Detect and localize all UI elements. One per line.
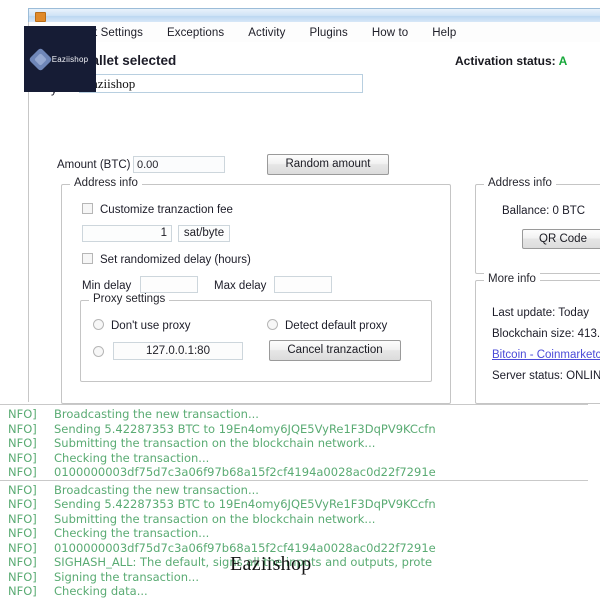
- menu-item-activity[interactable]: Activity: [245, 26, 288, 40]
- randomized-delay-checkbox[interactable]: [82, 253, 93, 264]
- last-update-text: Last update: Today: [492, 307, 589, 319]
- menu-item-help[interactable]: Help: [429, 26, 459, 40]
- menu-item-exceptions[interactable]: Exceptions: [164, 26, 227, 40]
- brand-logo-overlay: Eaziishop: [24, 26, 96, 92]
- customize-fee-checkbox[interactable]: [82, 203, 93, 214]
- log-line-message: Broadcasting the new transaction...: [54, 482, 259, 497]
- log-line-prefix: NFO]: [8, 526, 37, 540]
- log-line-message: Broadcasting the new transaction...: [54, 407, 259, 421]
- log-line: NFO] Broadcasting the new transaction...: [0, 407, 600, 422]
- log-line-message: 0100000003df75d7c3a06f97b68a15f2cf4194a0…: [54, 465, 436, 479]
- log-line: NFO] Sending 5.42287353 BTC to 19En4omy6J…: [0, 422, 600, 437]
- detect-default-proxy-label: Detect default proxy: [285, 320, 388, 332]
- log-line-message: Submitting the transaction on the blockc…: [54, 436, 376, 450]
- dont-use-proxy-label: Don't use proxy: [111, 320, 191, 332]
- activation-status-label: Activation status:: [455, 54, 559, 68]
- brand-logo-label: Eaziishop: [51, 54, 89, 64]
- cancel-tranzaction-button[interactable]: Cancel tranzaction: [269, 340, 401, 361]
- app-icon: [35, 12, 46, 22]
- log-line: NFO] Submitting the transaction on the bl…: [0, 512, 600, 527]
- log-line: NFO] Sending 5.42287353 BTC to 19En4omy6J…: [0, 497, 600, 512]
- menu-item-plugins[interactable]: Plugins: [306, 26, 350, 40]
- log-line-message: 0100000003df75d7c3a06f97b68a15f2cf4194a0…: [54, 540, 436, 555]
- client-area: o wallet selected Activation status: A y…: [28, 42, 600, 444]
- log-line-prefix: NFO]: [8, 482, 37, 497]
- log-line-message: Checking data...: [54, 584, 148, 598]
- log-line-message: Checking the transaction...: [54, 450, 210, 465]
- menu-items: t Settings Exceptions Activity Plugins H…: [91, 24, 459, 41]
- log-line-message: Sending 5.42287353 BTC to 19En4omy6JQE5V…: [54, 497, 436, 511]
- min-delay-input[interactable]: [140, 276, 198, 293]
- log-line-message: SIGHASH_ALL: The default, signs all the …: [54, 555, 433, 569]
- activation-status: Activation status: A: [455, 54, 567, 68]
- log-line-prefix: NFO]: [8, 497, 37, 511]
- log-line-prefix: NFO]: [8, 511, 37, 526]
- proxy-settings-group: Proxy settings Don't use proxy Detect de…: [80, 293, 432, 382]
- log-line-prefix: NFO]: [8, 540, 37, 555]
- fee-unit-field: sat/byte: [178, 225, 230, 242]
- randomized-delay-label: Set randomized delay (hours): [100, 254, 251, 266]
- more-info-group: More info Last update: Today Blockchain …: [475, 273, 600, 404]
- address-info-right-group: Address info Ballance: 0 BTC QR Code: [475, 177, 600, 274]
- watermark-text: Eaziishop: [230, 553, 312, 575]
- log-line-message: Signing the transaction...: [54, 569, 199, 584]
- max-delay-label: Max delay: [214, 280, 267, 292]
- activation-status-value: A: [558, 54, 568, 68]
- min-delay-label: Min delay: [82, 280, 132, 292]
- custom-proxy-row[interactable]: [93, 346, 104, 359]
- menu-item-how-to[interactable]: How to: [369, 26, 411, 40]
- proxy-settings-title: Proxy settings: [89, 293, 170, 305]
- max-delay-input[interactable]: [274, 276, 332, 293]
- log-line-prefix: NFO]: [8, 450, 37, 465]
- amount-label: Amount (BTC) :: [57, 159, 137, 171]
- log-line-prefix: NFO]: [8, 555, 37, 569]
- log-block-divider: [0, 404, 588, 405]
- menu-item-settings[interactable]: t Settings: [91, 26, 146, 40]
- amount-input[interactable]: 0.00: [133, 156, 225, 173]
- log-line-prefix: NFO]: [8, 569, 37, 584]
- log-line-prefix: NFO]: [8, 407, 37, 421]
- detect-default-proxy-row[interactable]: Detect default proxy: [267, 319, 387, 332]
- coinmarketcap-link[interactable]: Bitcoin - Coinmarketc: [492, 349, 600, 361]
- fee-value-input[interactable]: 1: [82, 225, 172, 242]
- log-line-prefix: NFO]: [8, 584, 37, 598]
- address-info-left-group: Address info Customize tranzaction fee 1…: [61, 177, 451, 404]
- customize-fee-label: Customize tranzaction fee: [100, 204, 233, 216]
- custom-proxy-input[interactable]: 127.0.0.1:80: [113, 342, 243, 360]
- randomized-delay-row[interactable]: Set randomized delay (hours): [82, 253, 251, 266]
- log-line-message: Checking the transaction...: [54, 526, 210, 540]
- balance-value: Ballance: 0 BTC: [502, 205, 586, 217]
- random-amount-button[interactable]: Random amount: [267, 154, 389, 175]
- log-line-prefix: NFO]: [8, 465, 37, 479]
- address-info-right-title: Address info: [484, 177, 556, 189]
- log-line-prefix: NFO]: [8, 421, 37, 436]
- qr-code-button[interactable]: QR Code: [522, 229, 600, 249]
- detect-default-proxy-radio[interactable]: [267, 319, 278, 330]
- window-titlebar: [28, 8, 600, 23]
- log-block: NFO] Broadcasting the new transaction... N…: [0, 404, 600, 480]
- address-input[interactable]: Eaziishop: [79, 74, 363, 93]
- log-line: NFO] Broadcasting the new transaction...: [0, 483, 600, 498]
- log-line-message: Sending 5.42287353 BTC to 19En4omy6JQE5V…: [54, 421, 436, 436]
- log-line: NFO] Checking the transaction...: [0, 526, 600, 541]
- menu-bar: t Settings Exceptions Activity Plugins H…: [28, 22, 600, 43]
- diamond-logo-icon: [28, 46, 53, 72]
- log-line: NFO] Checking the transaction...: [0, 451, 600, 466]
- log-line-prefix: NFO]: [8, 436, 37, 450]
- log-block-divider: [0, 479, 588, 481]
- dont-use-proxy-radio[interactable]: [93, 319, 104, 330]
- blockchain-size-text: Blockchain size: 413.: [492, 328, 600, 340]
- log-line-message: Submitting the transaction on the blockc…: [54, 511, 376, 526]
- address-info-left-title: Address info: [70, 177, 142, 189]
- customize-fee-row[interactable]: Customize tranzaction fee: [82, 203, 233, 216]
- log-line: NFO] 0100000003df75d7c3a06f97b68a15f2cf41…: [0, 465, 600, 480]
- log-line: NFO] Submitting the transaction on the bl…: [0, 436, 600, 451]
- log-block: NFO] Broadcasting the new transaction... N…: [0, 479, 600, 599]
- more-info-title: More info: [484, 273, 540, 285]
- log-line: NFO] Checking data...: [0, 584, 600, 599]
- dont-use-proxy-row[interactable]: Don't use proxy: [93, 319, 191, 332]
- server-status-text: Server status: ONLIN: [492, 370, 600, 382]
- custom-proxy-radio[interactable]: [93, 346, 104, 357]
- app-window: t Settings Exceptions Activity Plugins H…: [0, 0, 600, 600]
